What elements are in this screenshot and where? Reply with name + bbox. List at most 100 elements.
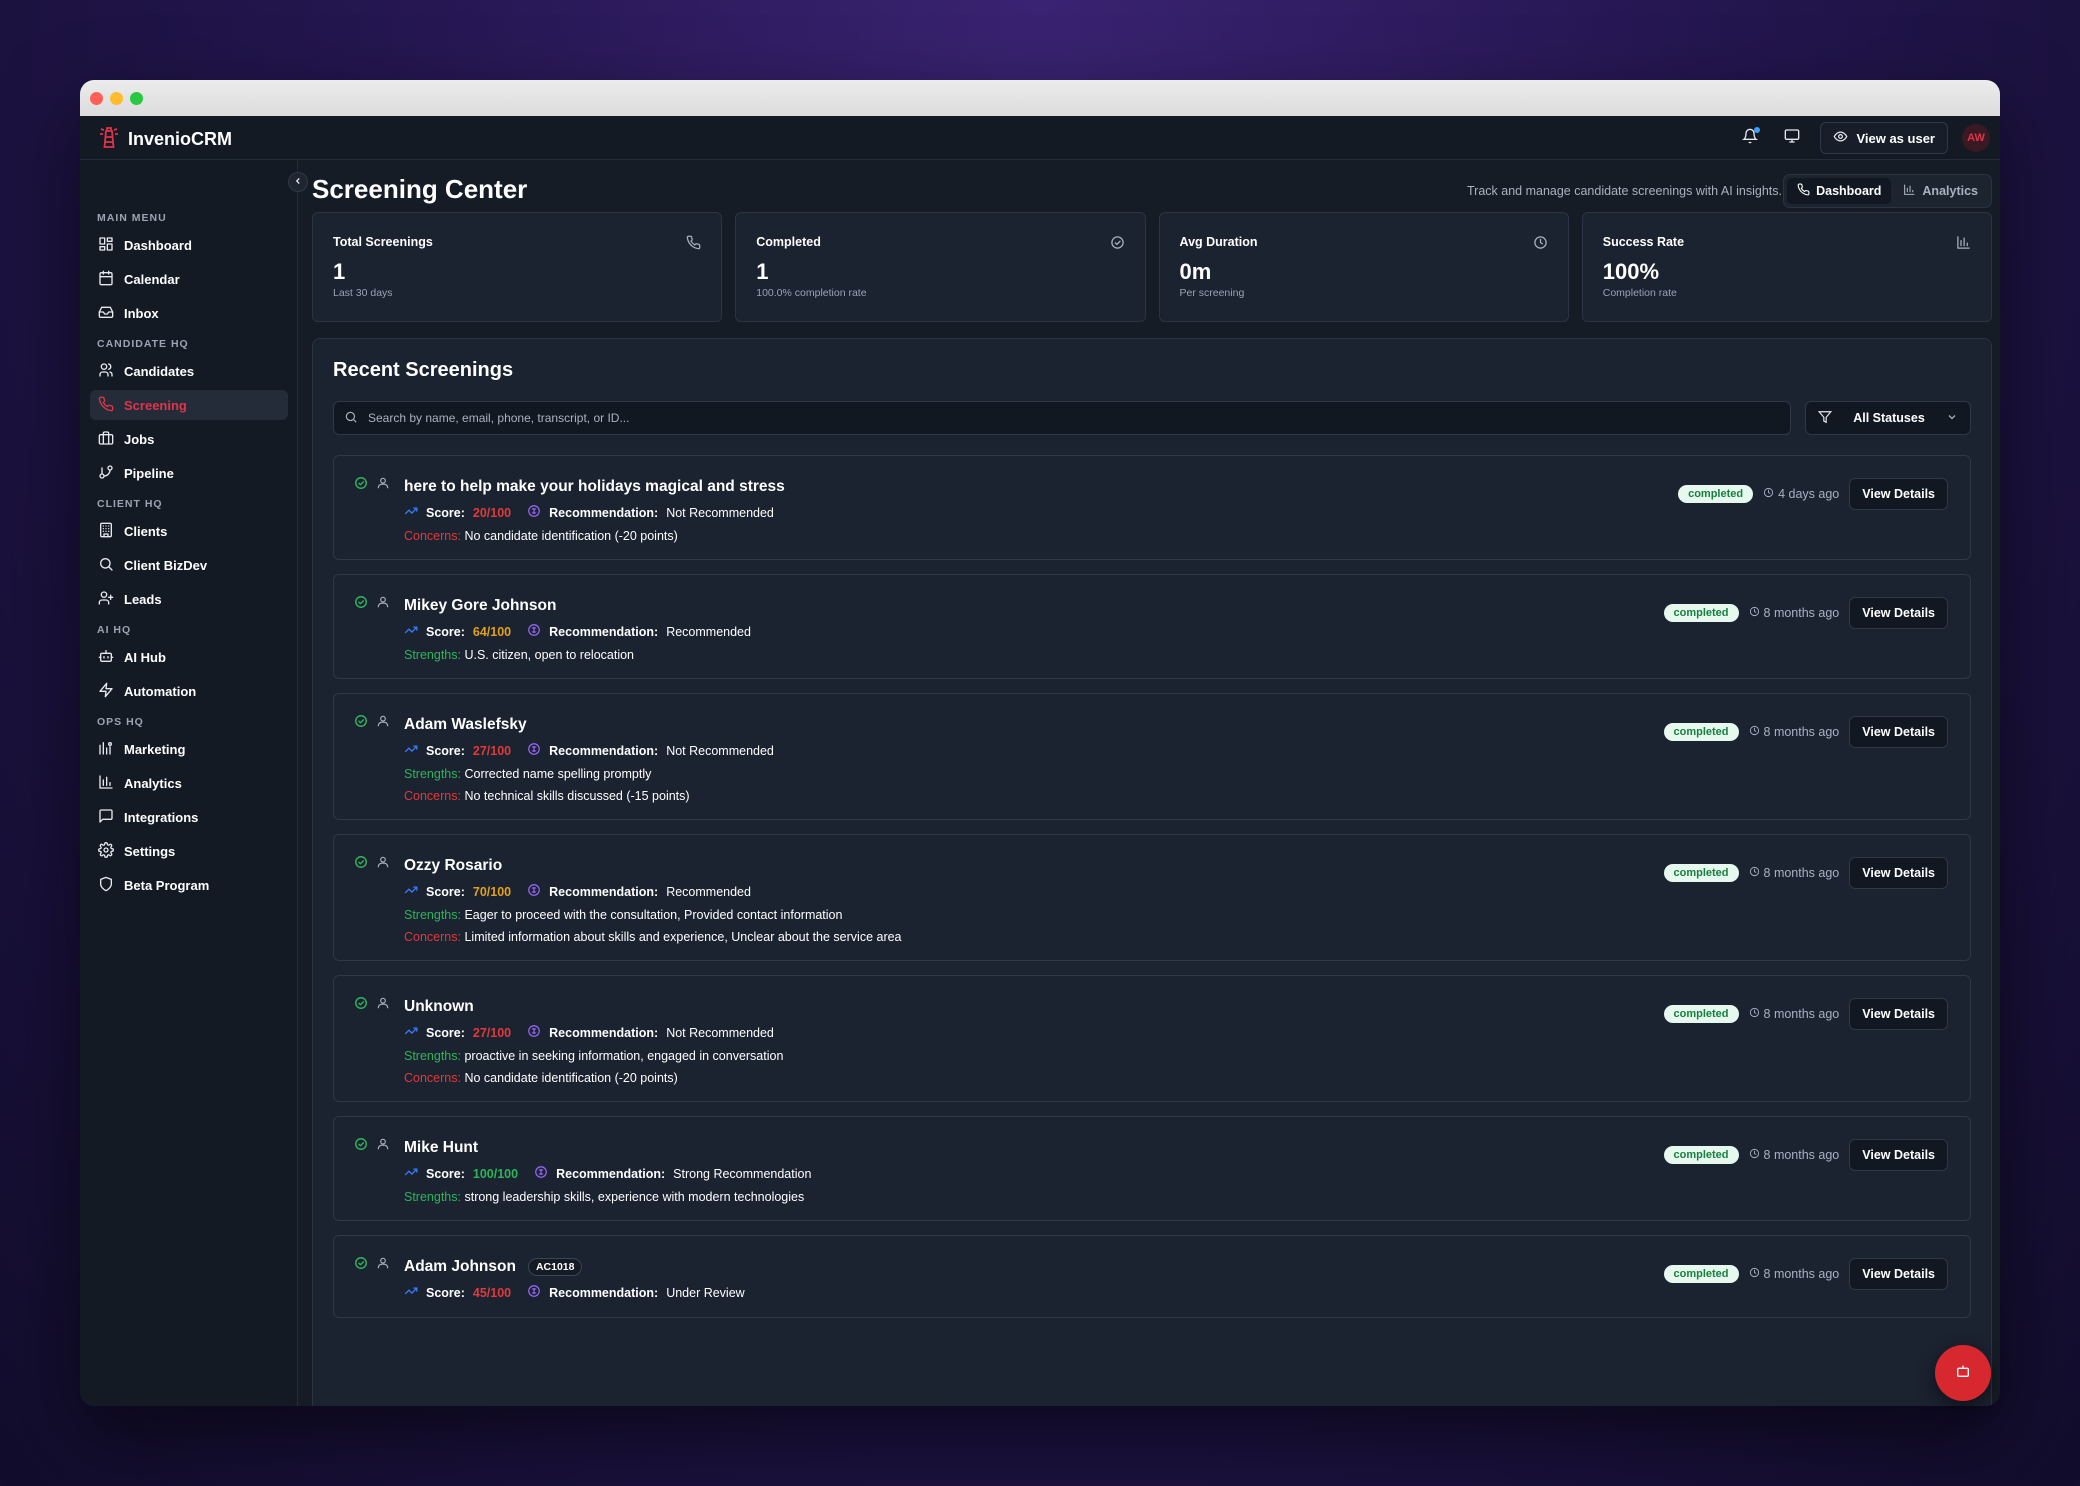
sidebar-item-clients[interactable]: Clients (90, 516, 288, 546)
ai-brain-icon (527, 623, 541, 640)
candidate-name[interactable]: Adam Waslefsky (404, 716, 527, 734)
view-details-button[interactable]: View Details (1849, 478, 1948, 510)
strengths-text: U.S. citizen, open to relocation (464, 648, 635, 662)
status-filter-select[interactable]: All Statuses (1805, 401, 1971, 435)
view-details-button[interactable]: View Details (1849, 1139, 1948, 1171)
window-titlebar (80, 80, 2000, 116)
sidebar-nav: MAIN MENU Dashboard Calendar Inbox CANDIDATE… (80, 212, 298, 910)
close-window-button[interactable] (90, 92, 103, 105)
concerns-label: Concerns: (404, 930, 461, 944)
sidebar-item-label: Pipeline (124, 465, 174, 481)
sidebar-item-automation[interactable]: Automation (90, 676, 288, 706)
sidebar-item-pipeline[interactable]: Pipeline (90, 458, 288, 488)
ai-brain-icon (527, 883, 541, 900)
bar-chart-icon (1903, 183, 1916, 199)
candidate-name[interactable]: Adam Johnson (404, 1258, 516, 1276)
concerns-line: Concerns: No candidate identification (-… (404, 529, 1970, 543)
score-value: 20/100 (472, 505, 512, 520)
view-details-button[interactable]: View Details (1849, 597, 1948, 629)
sidebar-item-beta-program[interactable]: Beta Program (90, 870, 288, 900)
search-icon (98, 556, 114, 575)
view-details-button[interactable]: View Details (1849, 716, 1948, 748)
score-value: 64/100 (472, 624, 512, 639)
sidebar-item-label: Automation (124, 683, 197, 699)
time-ago-text: 8 months ago (1763, 866, 1840, 880)
sidebar-item-screening[interactable]: Screening (90, 390, 288, 420)
stat-card: Success Rate 100% Completion rate (1581, 212, 1992, 322)
sidebar-item-ai-hub[interactable]: AI Hub (90, 642, 288, 672)
minimize-window-button[interactable] (110, 92, 123, 105)
stat-label: Completed (756, 235, 821, 249)
app-logo[interactable]: InvenioCRM (98, 125, 232, 154)
candidate-name[interactable]: Mikey Gore Johnson (404, 597, 556, 615)
sidebar-item-client-bizdev[interactable]: Client BizDev (90, 550, 288, 580)
ai-assistant-button[interactable] (1935, 1345, 1991, 1401)
clock-icon (1749, 1007, 1760, 1021)
user-icon (376, 996, 390, 1015)
clock-icon (1533, 235, 1548, 255)
chevron-down-icon (1946, 411, 1958, 426)
tab-dashboard[interactable]: Dashboard (1787, 178, 1892, 204)
display-button[interactable] (1778, 124, 1806, 152)
strengths-label: Strengths: (404, 1049, 461, 1063)
sidebar-item-calendar[interactable]: Calendar (90, 264, 288, 294)
view-as-user-button[interactable]: View as user (1820, 122, 1948, 154)
sidebar-item-inbox[interactable]: Inbox (90, 298, 288, 328)
stat-note: Completion rate (1602, 287, 1677, 299)
search-field[interactable]: Search by name, email, phone, transcript… (333, 401, 1791, 435)
ai-brain-icon (527, 504, 541, 521)
notifications-button[interactable] (1736, 124, 1764, 152)
ai-brain-icon (527, 1284, 541, 1301)
view-details-button[interactable]: View Details (1849, 857, 1948, 889)
recommendation-label: Recommendation: (549, 1285, 659, 1300)
view-details-button[interactable]: View Details (1849, 1258, 1948, 1290)
user-avatar[interactable]: AW (1962, 124, 1990, 152)
sidebar-item-label: Beta Program (124, 877, 210, 893)
view-details-button[interactable]: View Details (1849, 998, 1948, 1030)
time-ago: 8 months ago (1749, 1007, 1839, 1021)
sidebar: MAIN MENU Dashboard Calendar Inbox CANDIDATE… (80, 160, 308, 1406)
maximize-window-button[interactable] (130, 92, 143, 105)
eye-icon (1833, 129, 1848, 147)
concerns-label: Concerns: (404, 529, 461, 543)
check-circle-icon (354, 595, 368, 614)
sidebar-item-integrations[interactable]: Integrations (90, 802, 288, 832)
check-circle-icon (354, 855, 368, 874)
candidate-name[interactable]: Ozzy Rosario (404, 857, 502, 875)
candidate-name[interactable]: Mike Hunt (404, 1139, 478, 1157)
sidebar-item-marketing[interactable]: Marketing (90, 734, 288, 764)
nav-section-title: AI HQ (97, 624, 132, 636)
sidebar-item-settings[interactable]: Settings (90, 836, 288, 866)
screenings-list: here to help make your holidays magical … (333, 455, 1971, 1332)
time-ago: 8 months ago (1749, 866, 1840, 880)
candidate-name[interactable]: here to help make your holidays magical … (404, 478, 785, 496)
view-as-user-label: View as user (1856, 130, 1935, 146)
time-ago-text: 4 days ago (1778, 487, 1840, 501)
time-ago-text: 8 months ago (1763, 606, 1840, 620)
candidate-name[interactable]: Unknown (404, 998, 474, 1016)
chevron-left-icon (293, 173, 303, 191)
sidebar-item-leads[interactable]: Leads (90, 584, 288, 614)
stat-note: Last 30 days (333, 287, 393, 299)
recommendation-value: Not Recommended (666, 505, 774, 520)
score-value: 100/100 (472, 1166, 519, 1181)
gear-icon (98, 841, 114, 861)
sidebar-item-label: Inbox (124, 305, 159, 321)
sidebar-item-candidates[interactable]: Candidates (90, 356, 288, 386)
stat-value: 0m (1179, 259, 1212, 284)
strengths-label: Strengths: (404, 767, 461, 781)
ai-brain-icon (534, 1165, 548, 1182)
page-title: Screening Center (312, 174, 528, 204)
recommendation-label: Recommendation: (556, 1166, 666, 1181)
pipeline-icon (98, 464, 114, 483)
collapse-sidebar-button[interactable] (288, 172, 308, 192)
sidebar-item-jobs[interactable]: Jobs (90, 424, 288, 454)
recent-screenings-title: Recent Screenings (333, 359, 514, 381)
stat-value: 1 (756, 259, 769, 284)
search-placeholder: Search by name, email, phone, transcript… (368, 411, 630, 425)
tab-analytics[interactable]: Analytics (1893, 178, 1988, 204)
trending-up-icon (404, 504, 418, 521)
sidebar-item-dashboard[interactable]: Dashboard (90, 230, 288, 260)
trending-up-icon (404, 623, 418, 640)
sidebar-item-analytics[interactable]: Analytics (90, 768, 288, 798)
